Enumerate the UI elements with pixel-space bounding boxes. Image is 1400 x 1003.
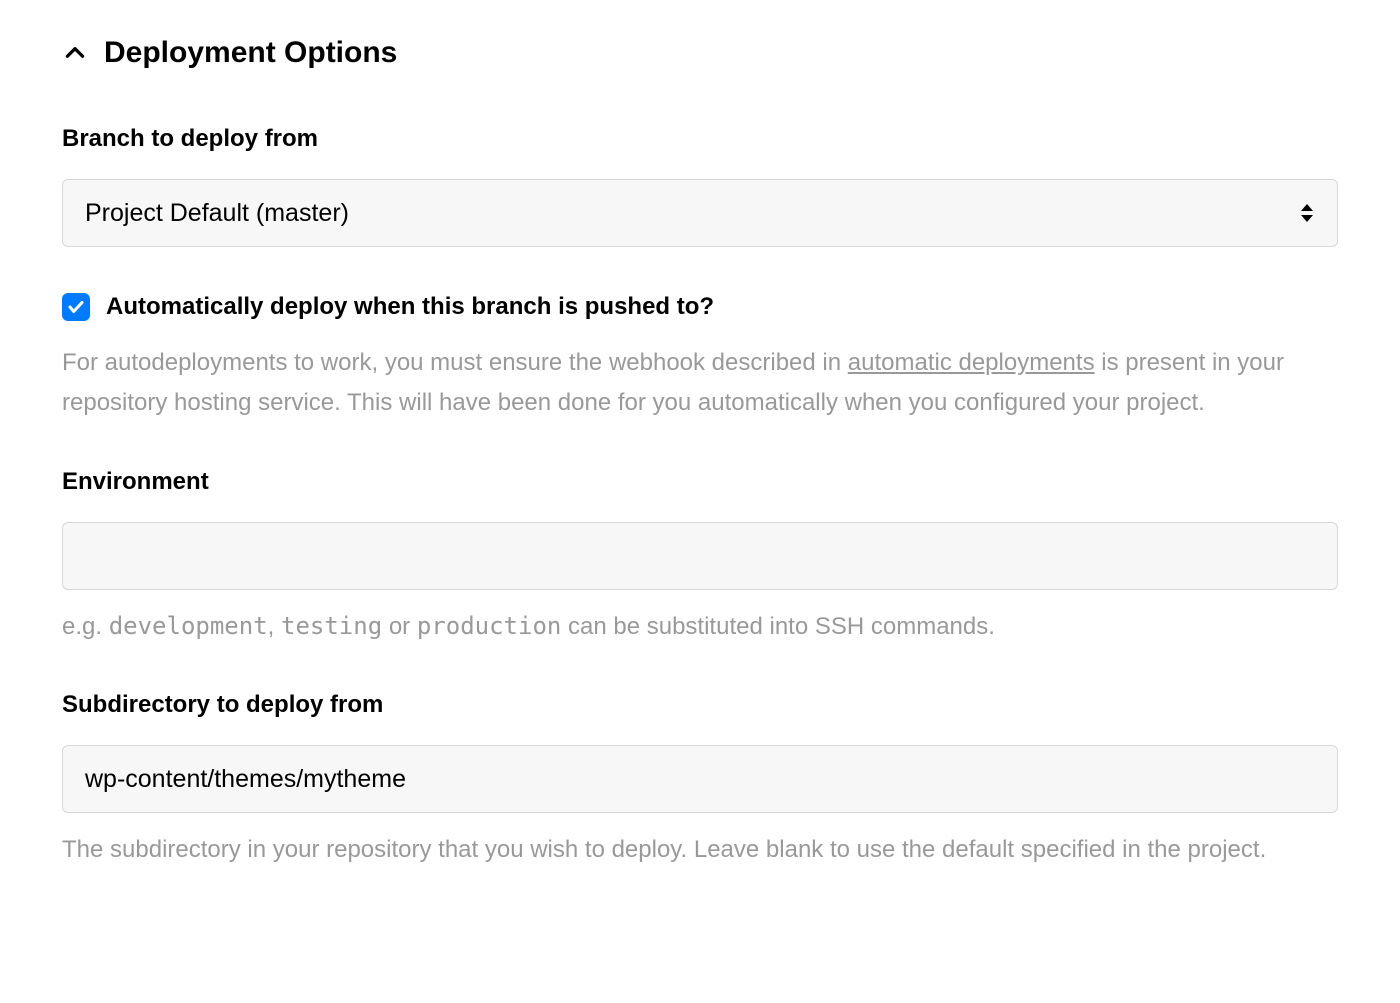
subdir-input[interactable]	[62, 745, 1338, 813]
autodeploy-field-group: Automatically deploy when this branch is…	[62, 289, 1338, 422]
environment-hint-code2: testing	[281, 612, 382, 640]
autodeploy-help-text: For autodeployments to work, you must en…	[62, 343, 1338, 422]
environment-hint-sep2: or	[382, 613, 417, 640]
environment-field-group: Environment e.g. development, testing or…	[62, 464, 1338, 645]
subdir-field-group: Subdirectory to deploy from The subdirec…	[62, 687, 1338, 869]
subdir-label: Subdirectory to deploy from	[62, 687, 1338, 723]
branch-select-wrapper: Project Default (master)	[62, 179, 1338, 247]
section-title: Deployment Options	[104, 30, 397, 75]
autodeploy-checkbox-row: Automatically deploy when this branch is…	[62, 289, 1338, 325]
chevron-up-icon	[62, 40, 88, 66]
autodeploy-help-link[interactable]: automatic deployments	[848, 349, 1095, 376]
environment-label: Environment	[62, 464, 1338, 500]
autodeploy-label: Automatically deploy when this branch is…	[106, 289, 714, 325]
environment-hint-pre: e.g.	[62, 613, 109, 640]
autodeploy-checkbox[interactable]	[62, 293, 90, 321]
environment-hint-sep1: ,	[268, 613, 281, 640]
environment-hint-code1: development	[109, 612, 268, 640]
autodeploy-help-pre: For autodeployments to work, you must en…	[62, 349, 848, 376]
branch-label: Branch to deploy from	[62, 121, 1338, 157]
deployment-options-header[interactable]: Deployment Options	[62, 30, 1338, 75]
branch-select[interactable]: Project Default (master)	[62, 179, 1338, 247]
environment-hint: e.g. development, testing or production …	[62, 608, 1338, 645]
environment-hint-code3: production	[417, 612, 562, 640]
environment-input[interactable]	[62, 522, 1338, 590]
environment-hint-post: can be substituted into SSH commands.	[561, 613, 995, 640]
subdir-hint: The subdirectory in your repository that…	[62, 831, 1338, 869]
branch-field-group: Branch to deploy from Project Default (m…	[62, 121, 1338, 247]
